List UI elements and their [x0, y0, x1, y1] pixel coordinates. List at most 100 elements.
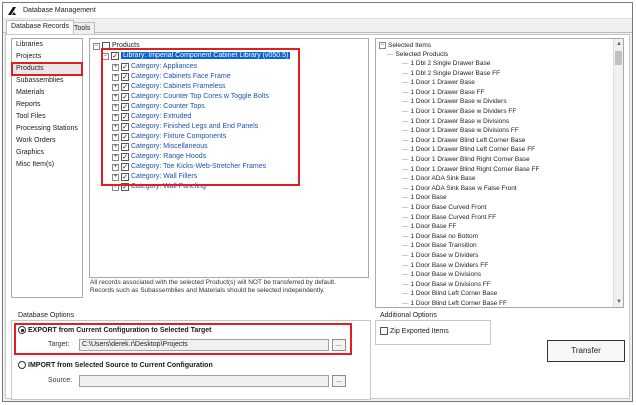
selected-product-item[interactable]: —1 Door Base Transition: [402, 241, 477, 250]
category-checkbox[interactable]: ✓: [121, 83, 129, 91]
category-checkbox[interactable]: ✓: [121, 113, 129, 121]
tree-category-row[interactable]: + ✓ Category: Extruded: [112, 112, 191, 122]
zip-checkbox[interactable]: [380, 327, 388, 335]
tree-category-row[interactable]: + ✓ Category: Cabinets Frameless: [112, 82, 226, 92]
selected-product-item[interactable]: —1 Door 1 Drawer Base w Divisions FF: [402, 126, 519, 135]
category-checkbox[interactable]: ✓: [121, 63, 129, 71]
expand-icon[interactable]: +: [112, 63, 119, 71]
selected-product-item[interactable]: —1 Door Base w Divisions FF: [402, 280, 491, 289]
tree-category-row[interactable]: + ✓ Category: Finished Legs and End Panels: [112, 122, 258, 132]
selected-product-item[interactable]: —1 Door 1 Drawer Blind Right Corner Base: [402, 155, 530, 164]
record-type-list[interactable]: Libraries Projects Products Subassemblie…: [11, 38, 83, 298]
selected-product-item[interactable]: —1 Door 1 Drawer Base FF: [402, 88, 485, 97]
expand-icon[interactable]: +: [112, 133, 119, 141]
source-browse-button[interactable]: ...: [332, 375, 346, 387]
selected-product-item[interactable]: —1 Door Base no Bottom: [402, 232, 478, 241]
expand-icon[interactable]: +: [112, 153, 119, 161]
selected-product-item[interactable]: —1 Door Base w Divisions: [402, 270, 481, 279]
selected-product-item[interactable]: —1 Door ADA Sink Base w False Front: [402, 184, 517, 193]
selected-product-item[interactable]: —1 Door Blind Left Corner Base: [402, 289, 497, 298]
nav-item-tool-files[interactable]: Tool Files: [12, 111, 82, 123]
selected-product-item[interactable]: —1 Door 1 Drawer Base w Dividers: [402, 97, 507, 106]
expand-icon[interactable]: +: [112, 183, 119, 191]
expand-icon[interactable]: +: [112, 143, 119, 151]
zip-option[interactable]: Zip Exported Items: [380, 327, 449, 335]
tree-category-row[interactable]: + ✓ Category: Fixture Components: [112, 132, 226, 142]
selected-product-item[interactable]: —1 Door ADA Sink Base: [402, 174, 476, 183]
category-checkbox[interactable]: ✓: [121, 123, 129, 131]
tree-category-row[interactable]: + ✓ Category: Cabinets Face Frame: [112, 72, 231, 82]
category-checkbox[interactable]: ✓: [121, 133, 129, 141]
selected-product-item[interactable]: —1 Door 1 Drawer Base: [402, 78, 475, 87]
expand-icon[interactable]: +: [112, 173, 119, 181]
collapse-icon[interactable]: −: [93, 42, 100, 50]
scroll-thumb[interactable]: [615, 51, 622, 65]
nav-item-work-orders[interactable]: Work Orders: [12, 135, 82, 147]
scroll-down-icon[interactable]: ▼: [614, 297, 624, 307]
collapse-icon[interactable]: −: [379, 42, 386, 49]
selected-items-root[interactable]: − Selected Items: [379, 41, 431, 50]
products-tree[interactable]: − Products − ✓ Library: Imperial Component …: [89, 38, 369, 278]
nav-item-libraries[interactable]: Libraries: [12, 39, 82, 51]
category-checkbox[interactable]: ✓: [121, 163, 129, 171]
nav-item-materials[interactable]: Materials: [12, 87, 82, 99]
selected-product-item[interactable]: —1 Door 1 Drawer Base w Divisions: [402, 117, 509, 126]
selected-product-item[interactable]: —1 Door Base Curved Front: [402, 203, 486, 212]
target-browse-button[interactable]: ...: [332, 339, 346, 351]
selected-product-item[interactable]: —1 Door Base w Dividers FF: [402, 261, 488, 270]
category-checkbox[interactable]: ✓: [121, 183, 129, 191]
selected-product-item[interactable]: —1 Door 1 Drawer Base w Dividers FF: [402, 107, 516, 116]
tree-root-checkbox[interactable]: [102, 42, 110, 50]
selected-product-item[interactable]: —1 Door Blind Left Corner Base FF: [402, 299, 507, 308]
tab-database-records[interactable]: Database Records: [6, 20, 74, 34]
tree-category-row[interactable]: + ✓ Category: Miscellaneous: [112, 142, 208, 152]
target-path-field[interactable]: C:\Users\derek.r\Desktop\Projects: [79, 339, 329, 351]
nav-item-graphics[interactable]: Graphics: [12, 147, 82, 159]
tree-root-row[interactable]: − Products: [93, 41, 140, 51]
selected-products-group[interactable]: — Selected Products: [387, 50, 448, 59]
import-option[interactable]: IMPORT from Selected Source to Current C…: [18, 361, 213, 369]
selected-product-item[interactable]: —1 Door Base: [402, 193, 447, 202]
nav-item-products[interactable]: Products: [11, 62, 83, 76]
category-checkbox[interactable]: ✓: [121, 173, 129, 181]
source-path-field[interactable]: [79, 375, 329, 387]
selected-product-item[interactable]: —1 Dbl 2 Single Drawer Base: [402, 59, 490, 68]
scroll-up-icon[interactable]: ▲: [614, 39, 624, 49]
collapse-icon[interactable]: −: [102, 52, 109, 60]
expand-icon[interactable]: +: [112, 83, 119, 91]
nav-item-processing-stations[interactable]: Processing Stations: [12, 123, 82, 135]
category-checkbox[interactable]: ✓: [121, 103, 129, 111]
expand-icon[interactable]: +: [112, 93, 119, 101]
expand-icon[interactable]: +: [112, 113, 119, 121]
selected-product-item[interactable]: —1 Door 1 Drawer Blind Left Corner Base: [402, 136, 525, 145]
selected-product-item[interactable]: —1 Door Base FF: [402, 222, 456, 231]
selected-product-item[interactable]: —1 Door Base Curved Front FF: [402, 213, 496, 222]
import-radio[interactable]: [18, 361, 26, 369]
nav-item-projects[interactable]: Projects: [12, 51, 82, 63]
library-checkbox[interactable]: ✓: [111, 52, 119, 60]
tree-category-row[interactable]: + ✓ Category: Counter Tops: [112, 102, 205, 112]
tree-category-row[interactable]: + ✓ Category: Wall Fillers: [112, 172, 197, 182]
tree-category-row[interactable]: + ✓ Category: Wall Paneling: [112, 182, 206, 192]
expand-icon[interactable]: +: [112, 73, 119, 81]
category-checkbox[interactable]: ✓: [121, 73, 129, 81]
nav-item-misc-items[interactable]: Misc Item(s): [12, 159, 82, 171]
selected-items-panel[interactable]: − Selected Items — Selected Products —1 Db…: [375, 38, 624, 308]
selected-product-item[interactable]: —1 Door 1 Drawer Blind Left Corner Base …: [402, 145, 535, 154]
transfer-button[interactable]: Transfer: [547, 340, 625, 362]
category-checkbox[interactable]: ✓: [121, 153, 129, 161]
nav-item-reports[interactable]: Reports: [12, 99, 82, 111]
export-option[interactable]: EXPORT from Current Configuration to Sel…: [18, 326, 211, 334]
selected-product-item[interactable]: —1 Door 1 Drawer Blind Right Corner Base…: [402, 165, 539, 174]
expand-icon[interactable]: +: [112, 163, 119, 171]
export-radio[interactable]: [18, 326, 26, 334]
category-checkbox[interactable]: ✓: [121, 143, 129, 151]
tree-category-row[interactable]: + ✓ Category: Range Hoods: [112, 152, 206, 162]
tree-category-row[interactable]: + ✓ Category: Counter Top Cores w Toggle B…: [112, 92, 269, 102]
category-checkbox[interactable]: ✓: [121, 93, 129, 101]
tree-category-row[interactable]: + ✓ Category: Toe Kicks-Web-Stretcher Fram…: [112, 162, 266, 172]
selected-product-item[interactable]: —1 Door Base w Dividers: [402, 251, 478, 260]
vertical-scrollbar[interactable]: ▲ ▼: [613, 39, 623, 307]
expand-icon[interactable]: +: [112, 123, 119, 131]
selected-product-item[interactable]: —1 Dbl 2 Single Drawer Base FF: [402, 69, 500, 78]
